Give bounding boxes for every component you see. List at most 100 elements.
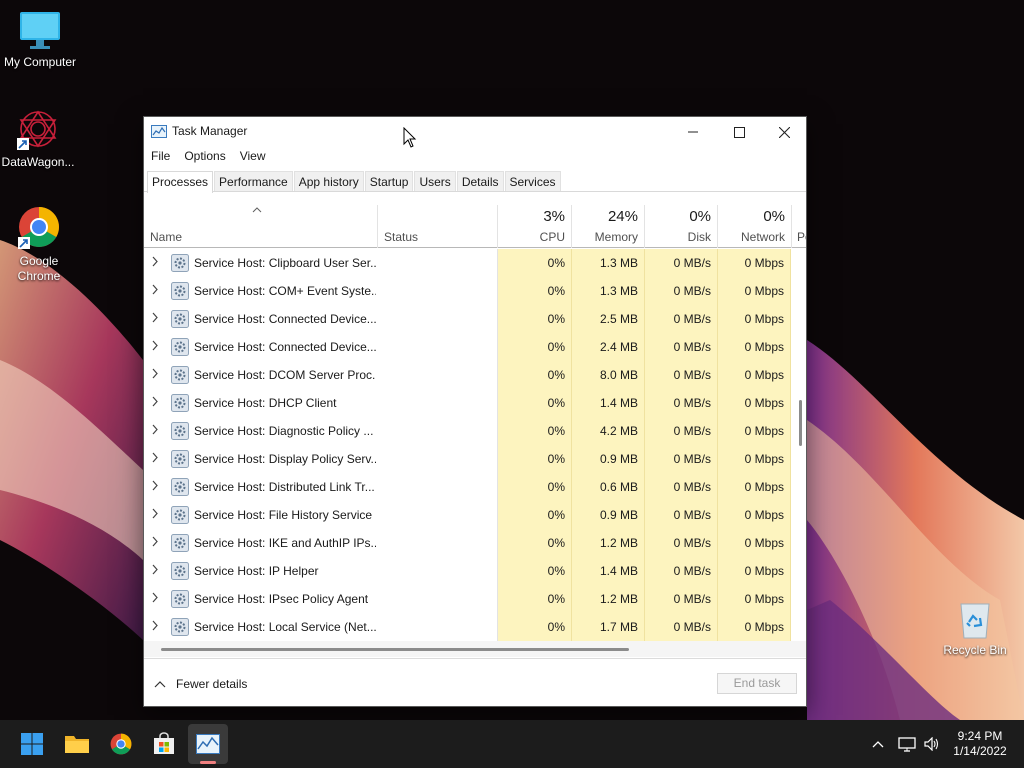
memory-cell: 0.9 MB: [599, 452, 638, 466]
expand-chevron-icon[interactable]: [151, 536, 159, 550]
service-gear-icon: [171, 478, 189, 499]
disk-cell: 0 MB/s: [673, 508, 711, 522]
desktop-icon-google-chrome[interactable]: Google Chrome: [0, 205, 79, 284]
maximize-button[interactable]: [716, 117, 762, 147]
table-row[interactable]: Service Host: COM+ Event Syste... 0% 1.3 M…: [144, 277, 806, 305]
expand-chevron-icon[interactable]: [151, 620, 159, 634]
column-power[interactable]: Po: [791, 205, 806, 248]
memory-cell: 0.9 MB: [599, 508, 638, 522]
disk-cell: 0 MB/s: [673, 312, 711, 326]
recycle-bin-icon: [960, 603, 990, 639]
fewer-details-button[interactable]: Fewer details: [154, 677, 247, 691]
service-gear-icon: [171, 310, 189, 331]
desktop-icon-recycle-bin[interactable]: Recycle Bin: [935, 598, 1015, 658]
network-cell: 0 Mbps: [744, 340, 784, 354]
desktop-icon-my-computer[interactable]: My Computer: [0, 10, 80, 70]
table-row[interactable]: Service Host: Local Service (Net... 0% 1.7…: [144, 613, 806, 641]
system-tray: [868, 720, 944, 768]
expand-chevron-icon[interactable]: [151, 452, 159, 466]
fewer-details-label: Fewer details: [176, 677, 248, 691]
start-icon: [21, 733, 43, 755]
service-gear-icon: [171, 422, 189, 443]
tab-startup[interactable]: Startup: [364, 171, 414, 191]
expand-chevron-icon[interactable]: [151, 592, 159, 606]
start-button[interactable]: [12, 724, 52, 764]
menu-view[interactable]: View: [233, 147, 273, 167]
desktop-icon-datawagon[interactable]: DataWagon...: [0, 108, 78, 170]
tab-performance[interactable]: Performance: [214, 171, 293, 191]
disk-cell: 0 MB/s: [673, 368, 711, 382]
table-row[interactable]: Service Host: IPsec Policy Agent 0% 1.2 MB…: [144, 585, 806, 613]
menu-options[interactable]: Options: [177, 147, 232, 167]
disk-cell: 0 MB/s: [673, 536, 711, 550]
close-button[interactable]: [761, 117, 807, 147]
column-cpu[interactable]: 3% CPU: [498, 205, 571, 248]
table-row[interactable]: Service Host: Diagnostic Policy ... 0% 4.2…: [144, 417, 806, 445]
volume-icon[interactable]: [920, 737, 944, 751]
expand-chevron-icon[interactable]: [151, 284, 159, 298]
expand-chevron-icon[interactable]: [151, 256, 159, 270]
title-bar[interactable]: Task Manager: [144, 117, 806, 147]
memory-cell: 2.5 MB: [599, 312, 638, 326]
expand-chevron-icon[interactable]: [151, 312, 159, 326]
taskbar-clock[interactable]: 9:24 PM 1/14/2022: [942, 729, 1018, 759]
taskbar-chrome[interactable]: [101, 724, 141, 764]
horizontal-scrollbar[interactable]: [144, 641, 806, 657]
end-task-button[interactable]: End task: [717, 673, 797, 694]
expand-chevron-icon[interactable]: [151, 340, 159, 354]
tab-users[interactable]: Users: [414, 171, 456, 191]
vertical-scrollbar-thumb[interactable]: [799, 400, 802, 446]
memory-cell: 1.3 MB: [599, 284, 638, 298]
expand-chevron-icon[interactable]: [151, 480, 159, 494]
column-name[interactable]: Name: [144, 205, 377, 248]
chrome-icon: [110, 733, 132, 755]
column-memory[interactable]: 24% Memory: [572, 205, 644, 248]
horizontal-scrollbar-thumb[interactable]: [161, 648, 629, 651]
tab-details[interactable]: Details: [456, 171, 504, 191]
network-icon[interactable]: [894, 736, 920, 752]
table-row[interactable]: Service Host: Display Policy Serv... 0% 0.…: [144, 445, 806, 473]
chrome-icon: [18, 207, 59, 249]
expand-chevron-icon[interactable]: [151, 564, 159, 578]
store-icon: [154, 732, 174, 754]
expand-chevron-icon[interactable]: [151, 508, 159, 522]
table-row[interactable]: Service Host: Connected Device... 0% 2.4 M…: [144, 333, 806, 361]
tab-app-history[interactable]: App history: [293, 171, 364, 191]
process-name: Service Host: IP Helper: [194, 564, 319, 578]
service-gear-icon: [171, 394, 189, 415]
disk-cell: 0 MB/s: [673, 564, 711, 578]
tab-services[interactable]: Services: [504, 171, 561, 191]
close-icon: [778, 126, 790, 138]
memory-cell: 0.6 MB: [599, 480, 638, 494]
table-row[interactable]: Service Host: Connected Device... 0% 2.5 M…: [144, 305, 806, 333]
column-network[interactable]: 0% Network: [718, 205, 791, 248]
memory-cell: 1.2 MB: [599, 536, 638, 550]
expand-chevron-icon[interactable]: [151, 424, 159, 438]
table-row[interactable]: Service Host: Clipboard User Ser... 0% 1.3…: [144, 249, 806, 277]
menu-file[interactable]: File: [144, 147, 177, 167]
expand-chevron-icon[interactable]: [151, 396, 159, 410]
table-row[interactable]: Service Host: IP Helper 0% 1.4 MB 0 MB/s 0 M…: [144, 557, 806, 585]
table-row[interactable]: Service Host: DHCP Client 0% 1.4 MB 0 MB/s 0…: [144, 389, 806, 417]
disk-cell: 0 MB/s: [673, 284, 711, 298]
column-status[interactable]: Status: [378, 205, 497, 248]
minimize-button[interactable]: [670, 117, 716, 147]
taskbar-task-manager[interactable]: [188, 724, 228, 764]
table-row[interactable]: Service Host: DCOM Server Proc... 0% 8.0 M…: [144, 361, 806, 389]
table-row[interactable]: Service Host: IKE and AuthIP IPs... 0% 1.2…: [144, 529, 806, 557]
table-row[interactable]: Service Host: Distributed Link Tr... 0% 0.…: [144, 473, 806, 501]
process-name: Service Host: Distributed Link Tr...: [194, 480, 375, 494]
service-gear-icon: [171, 254, 189, 275]
show-hidden-icons-button[interactable]: [868, 740, 888, 748]
column-disk[interactable]: 0% Disk: [645, 205, 717, 248]
taskbar-file-explorer[interactable]: [57, 724, 97, 764]
tab-processes[interactable]: Processes: [147, 171, 214, 193]
table-row[interactable]: Service Host: File History Service 0% 0.9 …: [144, 501, 806, 529]
taskbar-store[interactable]: [144, 724, 184, 764]
disk-cell: 0 MB/s: [673, 396, 711, 410]
expand-chevron-icon[interactable]: [151, 368, 159, 382]
service-gear-icon: [171, 590, 189, 611]
network-cell: 0 Mbps: [744, 620, 784, 634]
cpu-cell: 0%: [547, 368, 565, 382]
process-name: Service Host: IKE and AuthIP IPs...: [194, 536, 376, 550]
